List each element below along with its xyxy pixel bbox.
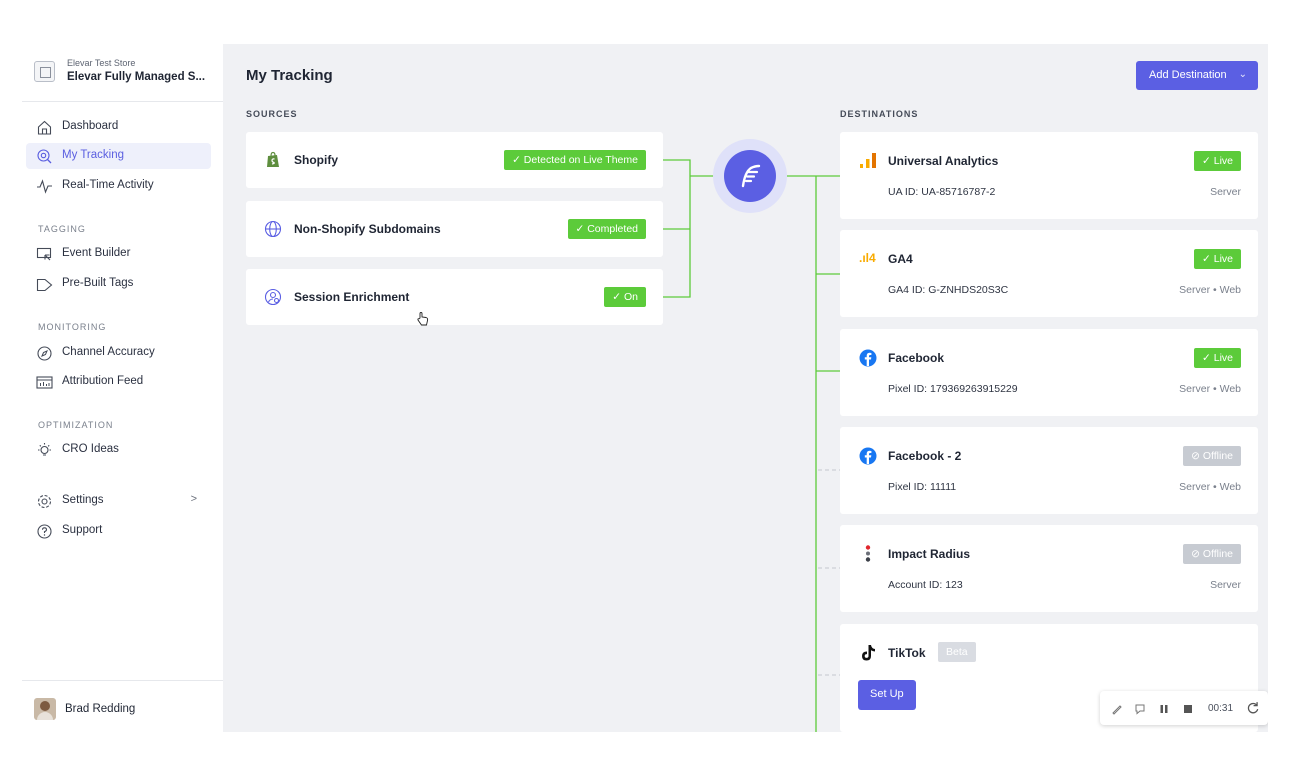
destination-mode: Server — [1210, 186, 1241, 198]
destination-name: GA4 — [888, 252, 913, 266]
recorder-toolbar: 00:31 — [1100, 691, 1268, 725]
facebook-icon — [859, 349, 877, 367]
destination-mode: Server • Web — [1179, 284, 1241, 296]
setup-button-label: Set Up — [870, 688, 904, 700]
impact-radius-icon — [859, 545, 877, 563]
elevar-logo-icon — [724, 150, 776, 202]
source-card-shopify[interactable]: Shopify ✓ Detected on Live Theme — [246, 132, 663, 188]
destination-card-facebook[interactable]: Facebook ✓ Live Pixel ID: 17936926391522… — [840, 329, 1258, 416]
source-name: Non-Shopify Subdomains — [294, 222, 441, 236]
destination-id: Pixel ID: 11111 — [888, 481, 957, 493]
pause-icon[interactable] — [1158, 702, 1170, 714]
ga4-icon: .ıl4 — [859, 251, 876, 265]
user-settings-icon — [264, 288, 282, 306]
status-badge: ⊘ Offline — [1183, 446, 1241, 466]
destination-name: Facebook — [888, 351, 945, 365]
destination-id: Account ID: 123 — [888, 579, 963, 591]
destination-card-impact-radius[interactable]: Impact Radius ⊘ Offline Account ID: 123 … — [840, 525, 1258, 612]
destination-id: GA4 ID: G-ZNHDS20S3C — [888, 284, 1009, 296]
source-name: Shopify — [294, 153, 338, 167]
status-badge: ✓ Live — [1194, 151, 1241, 171]
status-badge: ✓ Live — [1194, 249, 1241, 269]
comment-icon[interactable] — [1134, 702, 1146, 715]
destination-card-ga4[interactable]: .ıl4 GA4 ✓ Live GA4 ID: G-ZNHDS20S3C Ser… — [840, 230, 1258, 317]
page-title: My Tracking — [246, 67, 333, 84]
destinations-label: DESTINATIONS — [840, 109, 919, 119]
status-badge: ⊘ Offline — [1183, 544, 1241, 564]
stop-icon[interactable] — [1182, 702, 1194, 714]
tiktok-icon — [859, 644, 877, 662]
sources-label: SOURCES — [246, 109, 298, 119]
destination-name: Impact Radius — [888, 547, 971, 561]
destination-card-universal-analytics[interactable]: Universal Analytics ✓ Live UA ID: UA-857… — [840, 132, 1258, 219]
google-analytics-icon — [859, 152, 877, 170]
pen-icon[interactable] — [1111, 702, 1123, 715]
source-card-session-enrichment[interactable]: Session Enrichment ✓ On — [246, 269, 663, 325]
add-destination-label: Add Destination — [1149, 69, 1227, 81]
chevron-down-icon: ⌄ — [1238, 69, 1247, 80]
shopify-icon — [264, 151, 282, 169]
add-destination-button[interactable]: Add Destination ⌄ — [1136, 61, 1258, 90]
destination-mode: Server • Web — [1179, 383, 1241, 395]
destination-card-facebook-2[interactable]: Facebook - 2 ⊘ Offline Pixel ID: 11111 S… — [840, 427, 1258, 514]
setup-button[interactable]: Set Up — [858, 680, 916, 710]
app-window: Elevar Test Store Elevar Fully Managed S… — [22, 44, 1268, 732]
source-name: Session Enrichment — [294, 290, 410, 304]
source-card-subdomains[interactable]: Non-Shopify Subdomains ✓ Completed — [246, 201, 663, 257]
status-badge: ✓ Live — [1194, 348, 1241, 368]
destination-name: TikTok — [888, 646, 926, 660]
status-badge: ✓ Completed — [567, 219, 646, 239]
destination-id: Pixel ID: 179369263915229 — [888, 383, 1018, 395]
destination-mode: Server — [1210, 579, 1241, 591]
recording-time: 00:31 — [1208, 703, 1234, 714]
beta-badge: Beta — [938, 642, 976, 662]
hand-cursor-icon — [417, 312, 429, 326]
facebook-icon — [859, 447, 877, 465]
globe-icon — [264, 220, 282, 238]
status-badge: ✓ Detected on Live Theme — [504, 150, 646, 170]
destination-name: Facebook - 2 — [888, 449, 962, 463]
destination-id: UA ID: UA-85716787-2 — [888, 186, 996, 198]
elevar-hub — [713, 139, 787, 213]
restart-icon[interactable] — [1246, 701, 1260, 715]
destination-name: Universal Analytics — [888, 154, 999, 168]
status-badge: ✓ On — [604, 287, 646, 307]
destination-mode: Server • Web — [1179, 481, 1241, 493]
